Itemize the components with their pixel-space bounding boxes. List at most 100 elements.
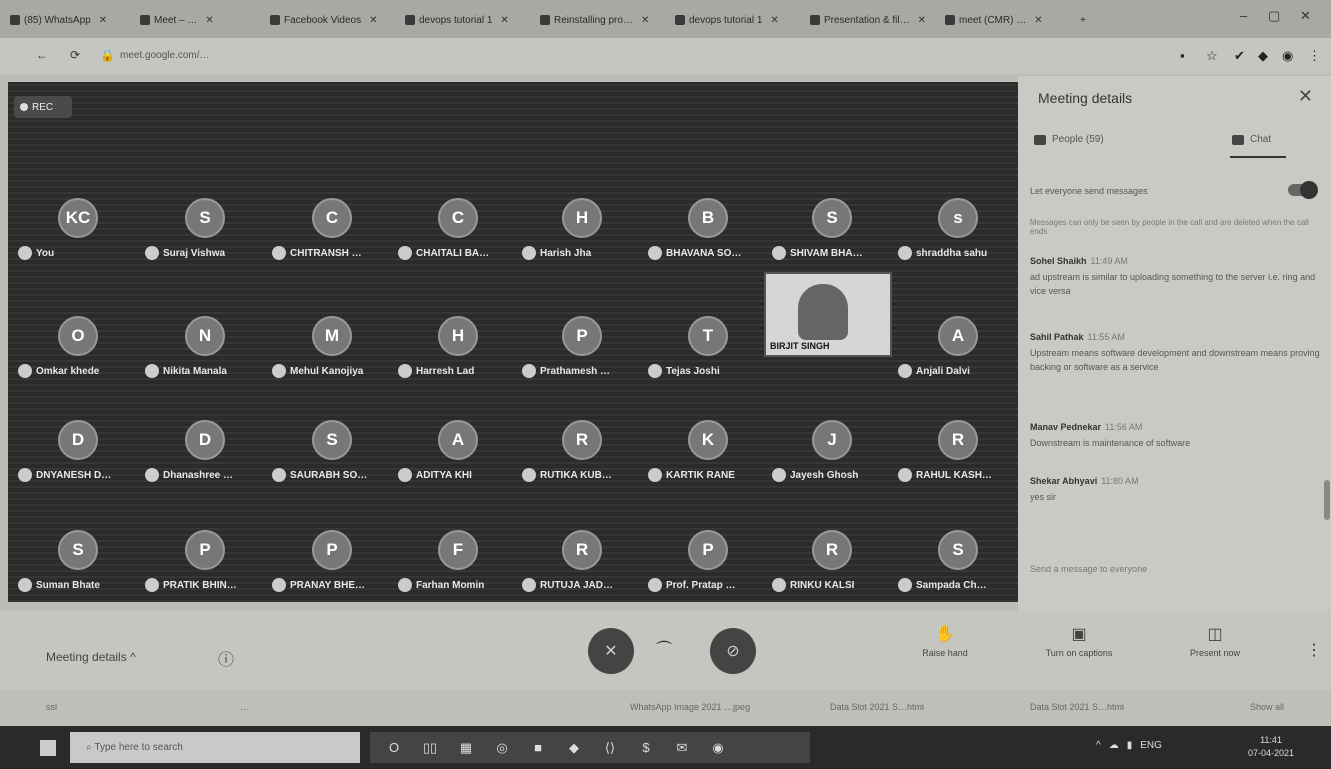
hangup-button[interactable]: ⏜ xyxy=(656,642,671,660)
tab-people[interactable]: People (59) xyxy=(1034,134,1104,145)
new-tab-button[interactable]: + xyxy=(1080,10,1100,30)
participant-tile[interactable]: A Anjali Dalvi xyxy=(898,316,1023,396)
participant-tile[interactable]: S Suman Bhate xyxy=(18,530,143,610)
participant-tile[interactable]: F Farhan Momin xyxy=(398,530,523,610)
browser-tab[interactable]: Presentation & fil… ✕ xyxy=(810,10,935,30)
show-all-button[interactable]: Show all xyxy=(1250,702,1284,712)
download-item[interactable]: Data Slot 2021 S…html xyxy=(830,702,924,712)
participant-tile[interactable]: H Harresh Lad xyxy=(398,316,523,396)
participant-tile[interactable]: A ADITYA KHI xyxy=(398,420,523,500)
participant-tile[interactable]: s shraddha sahu xyxy=(898,198,1023,278)
chat-input[interactable]: Send a message to everyone xyxy=(1030,564,1147,574)
participant-tile[interactable]: R RINKU KALSI xyxy=(772,530,897,610)
app-icon[interactable]: $ xyxy=(638,740,654,756)
participant-tile[interactable]: P Prathamesh … xyxy=(522,316,647,396)
participant-tile[interactable]: M Mehul Kanojiya xyxy=(272,316,397,396)
participant-tile[interactable]: P PRANAY BHE… xyxy=(272,530,397,610)
download-item[interactable]: Data Slot 2021 S…html xyxy=(1030,702,1124,712)
battery-icon[interactable]: ▮ xyxy=(1127,740,1133,751)
browser-tab[interactable]: meet (CMR) … ✕ xyxy=(945,10,1070,30)
participant-tile[interactable]: S SHIVAM BHA… xyxy=(772,198,897,278)
calculator-icon[interactable]: ▦ xyxy=(458,740,474,756)
participant-tile[interactable]: C CHAITALI BA… xyxy=(398,198,523,278)
participant-tile[interactable]: P PRATIK BHIN… xyxy=(145,530,270,610)
raise-hand-button[interactable]: ✋ Raise hand xyxy=(900,624,990,658)
download-item[interactable]: ssl xyxy=(46,702,57,712)
minimize-button[interactable]: – xyxy=(1240,8,1247,23)
close-tab-icon[interactable]: ✕ xyxy=(1034,15,1042,26)
mic-off-button[interactable]: ✕ xyxy=(588,628,634,674)
participant-tile[interactable]: H Harish Jha xyxy=(522,198,647,278)
close-window-button[interactable]: ✕ xyxy=(1300,8,1311,24)
language-indicator[interactable]: ENG xyxy=(1140,740,1162,751)
participant-tile[interactable]: J Jayesh Ghosh xyxy=(772,420,897,500)
code-icon[interactable]: ⟨⟩ xyxy=(602,740,618,756)
participant-tile[interactable]: R RAHUL KASH… xyxy=(898,420,1023,500)
participant-tile[interactable]: KC You xyxy=(18,198,143,278)
puzzle-icon[interactable]: ◆ xyxy=(1258,48,1268,64)
reload-icon[interactable]: ⟳ xyxy=(70,48,80,62)
check-icon[interactable]: ✔ xyxy=(1234,48,1245,64)
app-icon[interactable]: ■ xyxy=(530,740,546,756)
tab-chat[interactable]: Chat xyxy=(1232,134,1271,145)
participant-tile[interactable]: R RUTIKA KUB… xyxy=(522,420,647,500)
participant-tile[interactable]: B BHAVANA SO… xyxy=(648,198,773,278)
participant-tile[interactable]: O Omkar khede xyxy=(18,316,143,396)
star-icon[interactable]: ☆ xyxy=(1206,48,1218,64)
cortana-icon[interactable]: O xyxy=(386,740,402,756)
close-tab-icon[interactable]: ✕ xyxy=(205,15,213,26)
close-tab-icon[interactable]: ✕ xyxy=(770,15,778,26)
browser-tab-active[interactable]: Meet – … ✕ xyxy=(140,10,260,30)
browser-tab[interactable]: (85) WhatsApp ✕ xyxy=(10,10,130,30)
scrollbar[interactable] xyxy=(1324,480,1330,520)
browser-tab[interactable]: Reinstalling pro… ✕ xyxy=(540,10,665,30)
taskbar-search[interactable]: ⌕ Type here to search xyxy=(70,732,360,763)
participant-tile[interactable]: P Prof. Pratap … xyxy=(648,530,773,610)
participant-tile[interactable]: C CHITRANSH … xyxy=(272,198,397,278)
browser-tab[interactable]: devops tutorial 1 ✕ xyxy=(675,10,800,30)
captions-button[interactable]: ▣ Turn on captions xyxy=(1034,624,1124,658)
avatar: H xyxy=(438,316,478,356)
participant-tile[interactable]: R RUTUJA JAD… xyxy=(522,530,647,610)
browser-tab[interactable]: Facebook Videos ✕ xyxy=(270,10,395,30)
participant-video-tile[interactable]: BIRJIT SINGH xyxy=(764,272,892,357)
camera-off-button[interactable]: ⊘ xyxy=(710,628,756,674)
participant-tile[interactable]: S Sampada Ch… xyxy=(898,530,1023,610)
participant-tile[interactable]: K KARTIK RANE xyxy=(648,420,773,500)
participant-tile[interactable]: T Tejas Joshi xyxy=(648,316,773,396)
close-tab-icon[interactable]: ✕ xyxy=(918,15,926,26)
participant-tile[interactable]: S SAURABH SO… xyxy=(272,420,397,500)
cloud-icon[interactable]: ☁ xyxy=(1109,740,1119,751)
download-item[interactable]: … xyxy=(240,702,249,712)
participant-tile[interactable]: S Suraj Vishwa xyxy=(145,198,270,278)
menu-icon[interactable]: ⋮ xyxy=(1308,48,1321,64)
windows-start-icon[interactable] xyxy=(40,740,56,756)
participant-tile[interactable]: N Nikita Manala xyxy=(145,316,270,396)
taskbar-clock[interactable]: 11:41 07-04-2021 xyxy=(1248,734,1294,760)
meeting-details-button[interactable]: Meeting details ^ xyxy=(46,650,136,664)
mail-icon[interactable]: ✉ xyxy=(674,740,690,756)
download-item[interactable]: WhatsApp Image 2021 …jpeg xyxy=(630,702,750,712)
back-icon[interactable]: ← xyxy=(36,48,48,62)
chat-permission-toggle[interactable] xyxy=(1288,181,1318,199)
tray-chevron-icon[interactable]: ^ xyxy=(1096,740,1101,751)
participant-tile[interactable]: D DNYANESH D… xyxy=(18,420,143,500)
close-tab-icon[interactable]: ✕ xyxy=(369,15,377,26)
chrome-icon[interactable]: ◎ xyxy=(494,740,510,756)
present-button[interactable]: ◫ Present now xyxy=(1170,624,1260,658)
dropbox-icon[interactable]: ◆ xyxy=(566,740,582,756)
close-tab-icon[interactable]: ✕ xyxy=(99,15,107,26)
browser-tab[interactable]: devops tutorial 1 ✕ xyxy=(405,10,530,30)
more-options-icon[interactable]: ⋮ xyxy=(1306,640,1322,660)
app-icon[interactable]: ◉ xyxy=(710,740,726,756)
close-tab-icon[interactable]: ✕ xyxy=(500,15,508,26)
close-tab-icon[interactable]: ✕ xyxy=(641,15,649,26)
extension-icon[interactable]: ▪ xyxy=(1180,48,1185,63)
url-field[interactable]: meet.google.com/… xyxy=(120,50,210,61)
participant-tile[interactable]: D Dhanashree … xyxy=(145,420,270,500)
info-icon[interactable]: ⓘ xyxy=(218,646,234,670)
maximize-button[interactable]: ▢ xyxy=(1268,8,1280,24)
close-icon[interactable]: ✕ xyxy=(1298,86,1313,107)
task-view-icon[interactable]: ▯▯ xyxy=(422,740,438,756)
avatar-icon[interactable]: ◉ xyxy=(1282,48,1293,64)
